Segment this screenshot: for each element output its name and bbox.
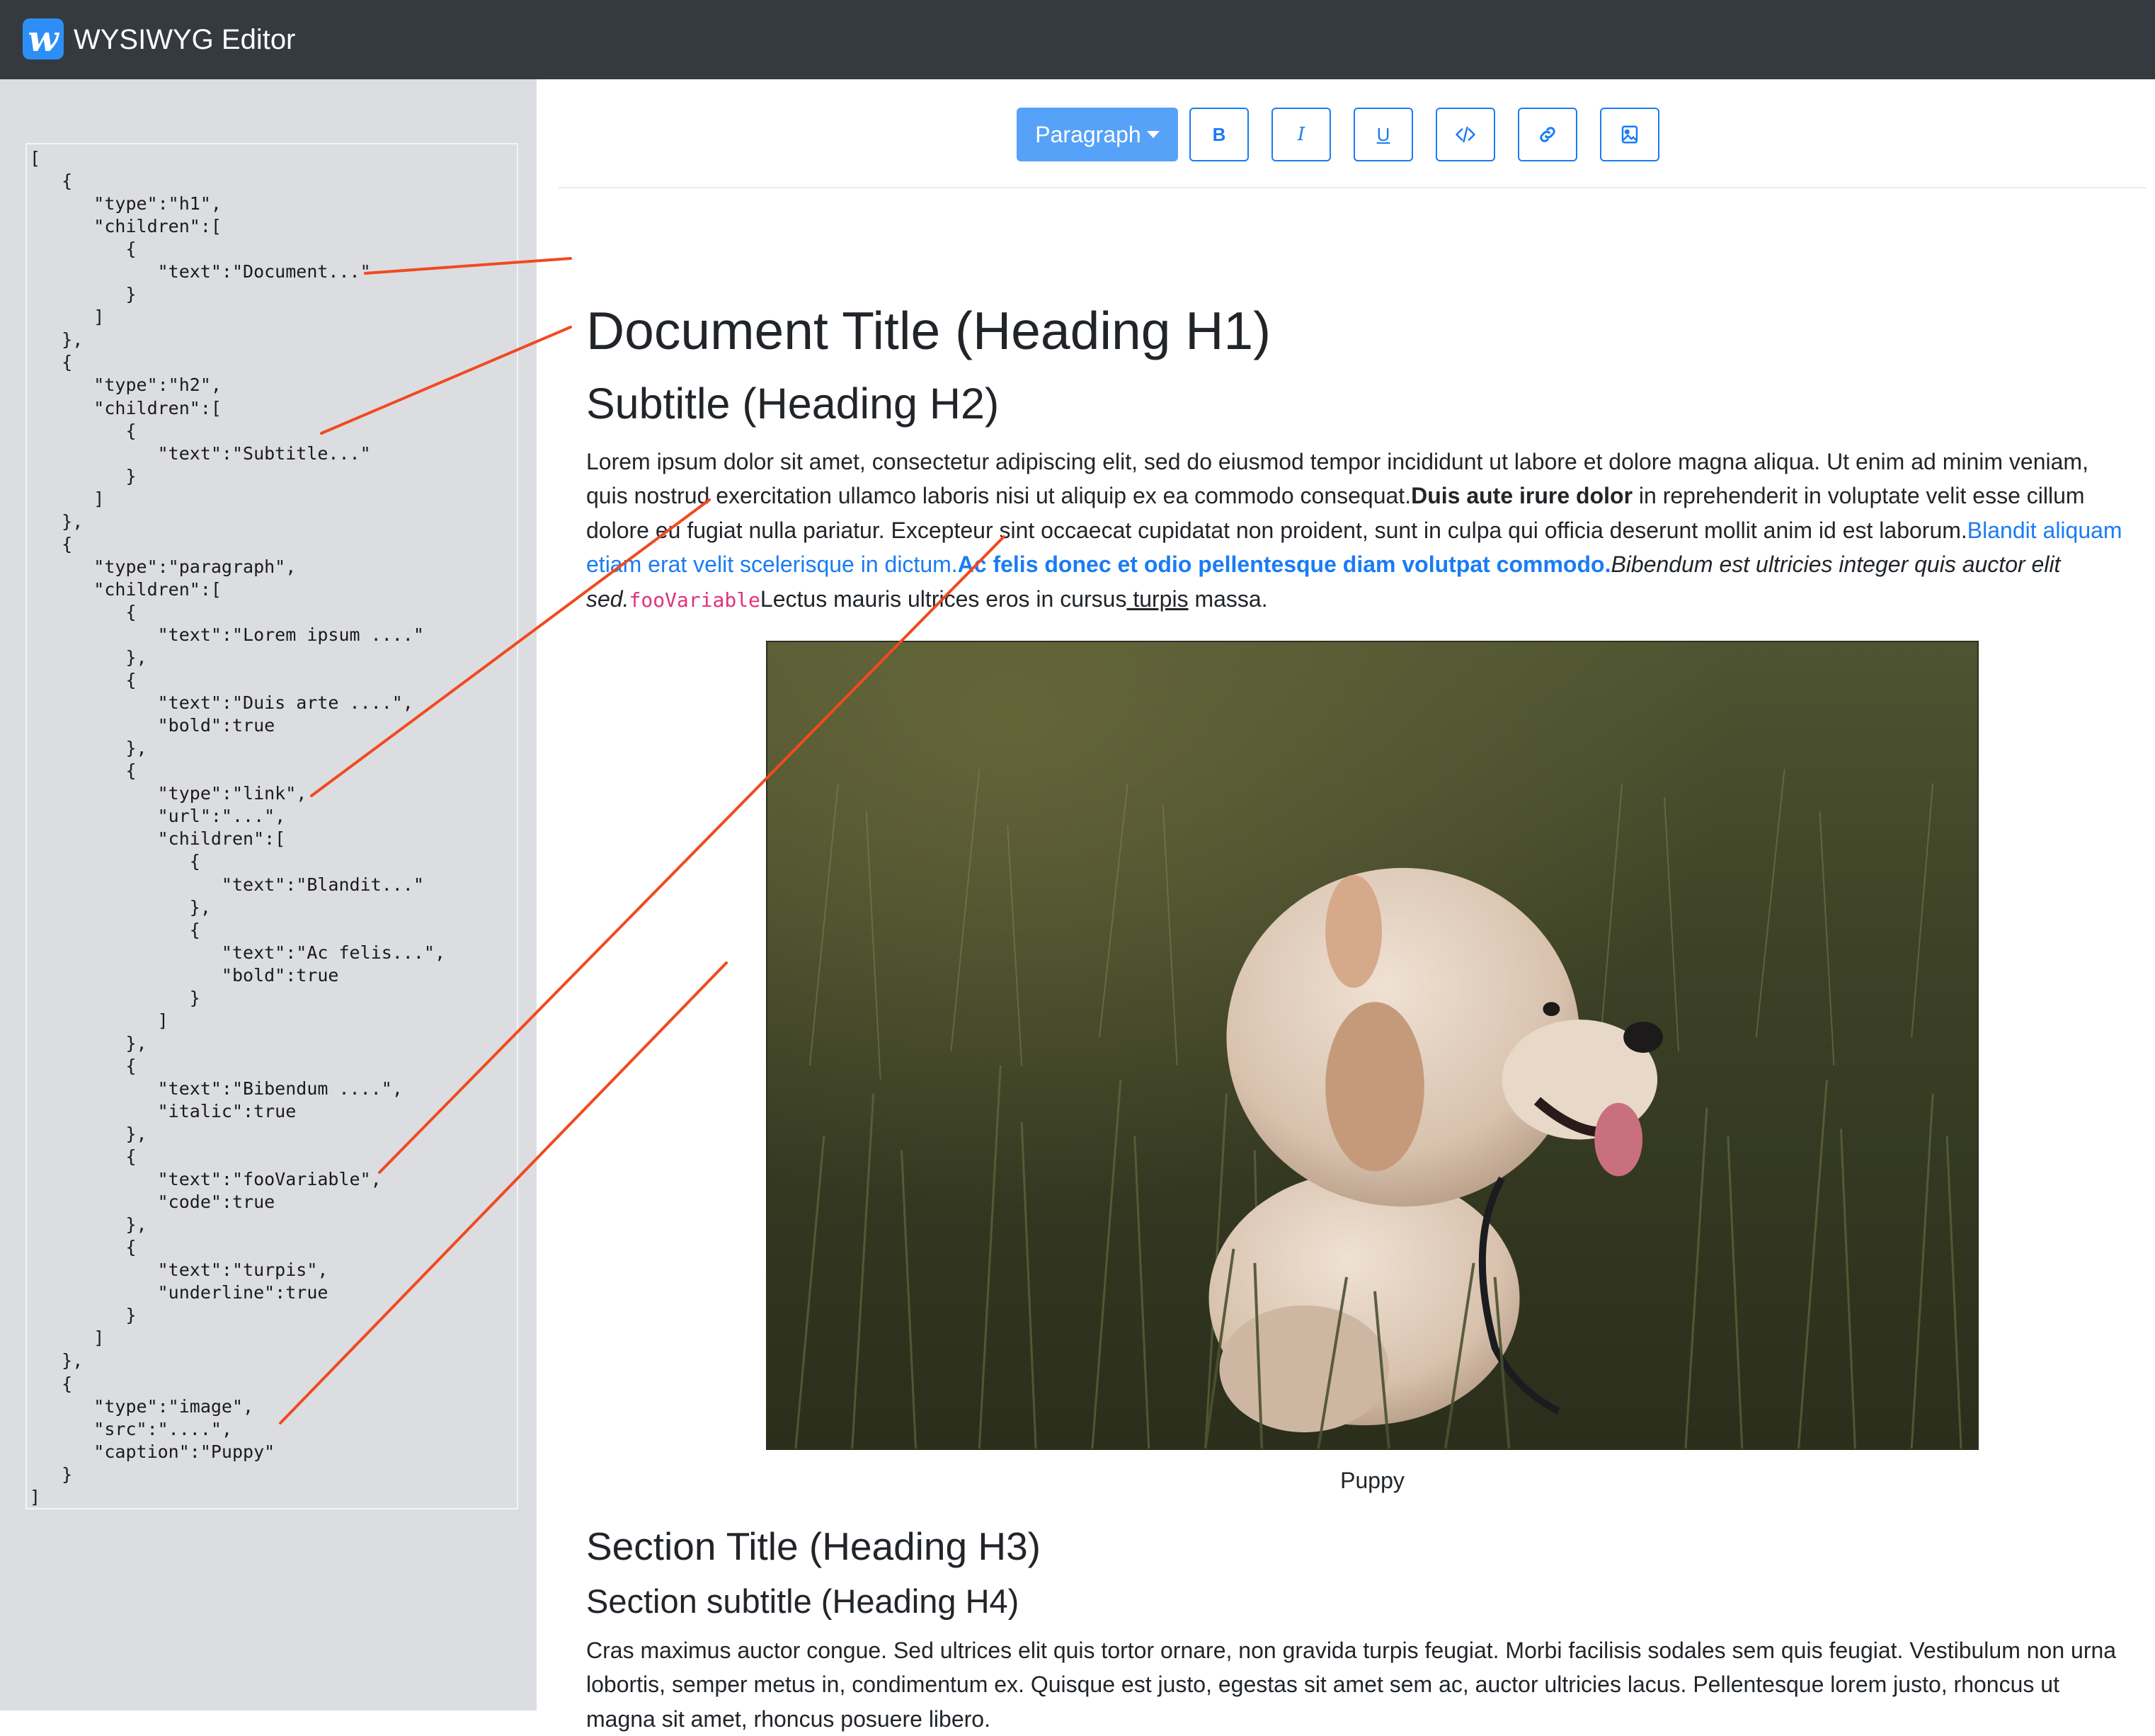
paragraph-code-text: fooVariable xyxy=(629,588,760,612)
json-sidebar: [ { "type":"h1", "children":[ { "text":"… xyxy=(0,79,537,1711)
underline-button[interactable]: U xyxy=(1354,108,1413,161)
link-icon xyxy=(1540,127,1555,142)
json-code-view: [ { "type":"h1", "children":[ { "text":"… xyxy=(30,148,445,1507)
puppy-photo xyxy=(767,642,1977,1449)
paragraph-underline-text: turpis xyxy=(1126,586,1189,612)
link-bold-text: Ac felis donec et odio pellentesque diam… xyxy=(957,552,1611,578)
paragraph-end-text: massa. xyxy=(1188,586,1268,612)
code-button[interactable] xyxy=(1436,108,1495,161)
document-paragraph[interactable]: Lorem ipsum dolor sit amet, consectetur … xyxy=(586,445,2130,617)
image-icon xyxy=(1621,125,1638,144)
bold-button[interactable]: B xyxy=(1189,108,1249,161)
italic-icon: I xyxy=(1297,124,1305,145)
link-button[interactable] xyxy=(1518,108,1577,161)
image-button[interactable] xyxy=(1600,108,1659,161)
app-logo: w xyxy=(23,18,64,59)
caret-down-icon xyxy=(1146,130,1160,138)
block-type-dropdown[interactable]: Paragraph xyxy=(1017,108,1178,161)
app-title: WYSIWYG Editor xyxy=(74,24,296,55)
puppy-image[interactable] xyxy=(766,641,1979,1450)
image-caption[interactable]: Puppy xyxy=(766,1461,1979,1500)
top-navbar: w WYSIWYG Editor xyxy=(0,0,2155,79)
block-type-label: Paragraph xyxy=(1035,122,1141,147)
code-icon xyxy=(1456,126,1475,143)
underline-icon: U xyxy=(1376,123,1390,145)
editor-area: Paragraph B I U Document Title (Heading … xyxy=(558,79,2147,1732)
document-h3[interactable]: Section Title (Heading H3) xyxy=(586,1518,1041,1575)
bold-icon: B xyxy=(1212,123,1226,145)
json-document-panel: [ { "type":"h1", "children":[ { "text":"… xyxy=(25,143,518,1509)
paragraph-text-after-code: Lectus mauris ultrices eros in cursus xyxy=(760,586,1127,612)
editor-toolbar: Paragraph B I U xyxy=(558,79,2147,188)
document-h1[interactable]: Document Title (Heading H1) xyxy=(586,299,1271,362)
document-h2[interactable]: Subtitle (Heading H2) xyxy=(586,379,999,428)
document-h4[interactable]: Section subtitle (Heading H4) xyxy=(586,1579,1019,1624)
paragraph-bold-text: Duis aute irure dolor xyxy=(1411,483,1633,509)
italic-button[interactable]: I xyxy=(1271,108,1331,161)
document-paragraph-2[interactable]: Cras maximus auctor congue. Sed ultrices… xyxy=(586,1633,2130,1736)
